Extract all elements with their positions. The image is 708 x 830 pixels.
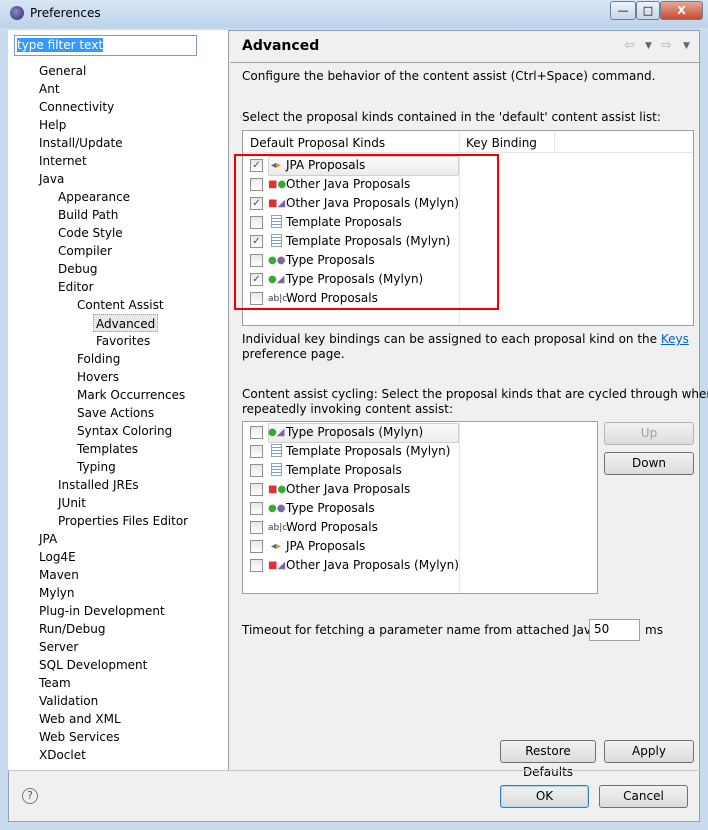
tree-item-sql-development[interactable]: SQL Development	[39, 656, 147, 674]
tree-item-install-update[interactable]: Install/Update	[39, 134, 123, 152]
tree-item-validation[interactable]: Validation	[39, 692, 98, 710]
tree-item-internet[interactable]: Internet	[39, 152, 87, 170]
page-description: Configure the behavior of the content as…	[242, 69, 656, 83]
tree-item-properties-files-editor[interactable]: Properties Files Editor	[58, 512, 188, 530]
tree-item-folding[interactable]: Folding	[77, 350, 120, 368]
cancel-button[interactable]: Cancel	[599, 785, 688, 808]
ok-button[interactable]: OK	[500, 785, 589, 808]
tree-item-web-and-xml[interactable]: Web and XML	[39, 710, 121, 728]
eclipse-icon	[10, 6, 24, 20]
timeout-unit: ms	[645, 623, 663, 637]
type-mylyn-icon: ●◢	[268, 427, 285, 438]
window-title: Preferences	[30, 6, 101, 20]
tree-item-run-debug[interactable]: Run/Debug	[39, 620, 106, 638]
minimize-button[interactable]: —	[610, 1, 636, 20]
word-icon: ab|c	[268, 523, 288, 533]
filter-text: type filter text	[17, 38, 104, 52]
tree-item-build-path[interactable]: Build Path	[58, 206, 118, 224]
proposal-label: Type Proposals	[286, 501, 375, 515]
checkbox[interactable]	[250, 540, 263, 553]
checkbox[interactable]	[250, 426, 263, 439]
checkbox[interactable]	[250, 483, 263, 496]
tree-item-team[interactable]: Team	[39, 674, 71, 692]
tree-item-log4e[interactable]: Log4E	[39, 548, 76, 566]
column-default-proposal-kinds[interactable]: Default Proposal Kinds	[250, 136, 385, 150]
tree-item-favorites[interactable]: Favorites	[96, 332, 150, 350]
proposal-label: Template Proposals (Mylyn)	[286, 444, 451, 458]
up-button[interactable]: Up	[604, 422, 694, 445]
checkbox[interactable]	[250, 502, 263, 515]
tree-item-junit[interactable]: JUnit	[58, 494, 86, 512]
tree-item-java[interactable]: Java	[39, 170, 64, 188]
proposal-label: Template Proposals	[286, 463, 402, 477]
template-icon	[268, 463, 284, 478]
tree-item-templates[interactable]: Templates	[77, 440, 138, 458]
forward-menu-icon[interactable]: ▼	[683, 41, 690, 51]
checkbox[interactable]	[250, 464, 263, 477]
template-icon	[268, 444, 284, 459]
timeout-input[interactable]: 50	[589, 619, 640, 641]
apply-button[interactable]: Apply	[604, 740, 694, 763]
forward-icon[interactable]: ⇨	[661, 38, 672, 53]
tree-item-advanced[interactable]: Advanced	[93, 314, 159, 332]
tree-item-appearance[interactable]: Appearance	[58, 188, 130, 206]
back-menu-icon[interactable]: ▼	[645, 41, 652, 51]
tree-item-ant[interactable]: Ant	[39, 80, 60, 98]
jpa-icon: ◂▸	[270, 541, 282, 552]
tree-item-hovers[interactable]: Hovers	[77, 368, 119, 386]
keys-link[interactable]: Keys	[661, 332, 689, 346]
header-separator	[230, 62, 700, 63]
tree-item-mark-occurrences[interactable]: Mark Occurrences	[77, 386, 185, 404]
restore-defaults-button[interactable]: Restore Defaults	[500, 740, 596, 779]
tree-item-code-style[interactable]: Code Style	[58, 224, 123, 242]
tree-item-typing[interactable]: Typing	[77, 458, 116, 476]
highlight-annotation	[234, 154, 499, 310]
proposal-label: Word Proposals	[286, 520, 378, 534]
footer-separator	[8, 770, 700, 771]
keys-note-2: preference page.	[242, 347, 345, 361]
down-button[interactable]: Down	[604, 452, 694, 475]
tree-item-content-assist[interactable]: Content Assist	[77, 296, 164, 314]
filter-input[interactable]: type filter text	[14, 35, 197, 56]
tree-item-mylyn[interactable]: Mylyn	[39, 584, 75, 602]
tree-item-installed-jres[interactable]: Installed JREs	[58, 476, 139, 494]
tree-item-help[interactable]: Help	[39, 116, 66, 134]
other-java-mylyn-icon: ■◢	[268, 560, 286, 571]
tree-item-server[interactable]: Server	[39, 638, 78, 656]
other-java-icon: ■●	[268, 484, 287, 495]
tree-item-compiler[interactable]: Compiler	[58, 242, 112, 260]
cycling-label-2: repeatedly invoking content assist:	[242, 402, 454, 416]
help-icon[interactable]: ?	[22, 788, 38, 804]
checkbox[interactable]	[250, 559, 263, 572]
column-key-binding[interactable]: Key Binding	[466, 136, 537, 150]
proposal-label: Other Java Proposals	[286, 482, 411, 496]
tree-item-save-actions[interactable]: Save Actions	[77, 404, 154, 422]
proposal-label: Type Proposals (Mylyn)	[286, 425, 424, 439]
title-bar	[0, 0, 708, 28]
keys-note: Individual key bindings can be assigned …	[242, 332, 689, 346]
page-title: Advanced	[242, 38, 320, 54]
tree-item-general[interactable]: General	[39, 62, 86, 80]
proposal-label: JPA Proposals	[286, 539, 366, 553]
list1-label: Select the proposal kinds contained in t…	[242, 110, 661, 124]
tree-item-jpa[interactable]: JPA	[39, 530, 57, 548]
tree-item-editor[interactable]: Editor	[58, 278, 94, 296]
back-icon[interactable]: ⇦	[624, 38, 635, 53]
close-button[interactable]: X	[660, 1, 703, 20]
timeout-label: Timeout for fetching a parameter name fr…	[242, 623, 625, 637]
tree-item-maven[interactable]: Maven	[39, 566, 79, 584]
checkbox[interactable]	[250, 445, 263, 458]
checkbox[interactable]	[250, 521, 263, 534]
tree-item-plug-in-development[interactable]: Plug-in Development	[39, 602, 165, 620]
tree-item-web-services[interactable]: Web Services	[39, 728, 120, 746]
tree-item-debug[interactable]: Debug	[58, 260, 97, 278]
tree-item-connectivity[interactable]: Connectivity	[39, 98, 114, 116]
tree-item-syntax-coloring[interactable]: Syntax Coloring	[77, 422, 172, 440]
cycling-list: ●◢ Type Proposals (Mylyn) Template Proposa…	[242, 421, 598, 594]
cycling-label-1: Content assist cycling: Select the propo…	[242, 387, 708, 401]
maximize-button[interactable]: □	[636, 1, 660, 20]
proposal-label: Other Java Proposals (Mylyn)	[286, 558, 459, 572]
tree-item-xdoclet[interactable]: XDoclet	[39, 746, 86, 764]
type-icon: ●●	[268, 503, 286, 514]
